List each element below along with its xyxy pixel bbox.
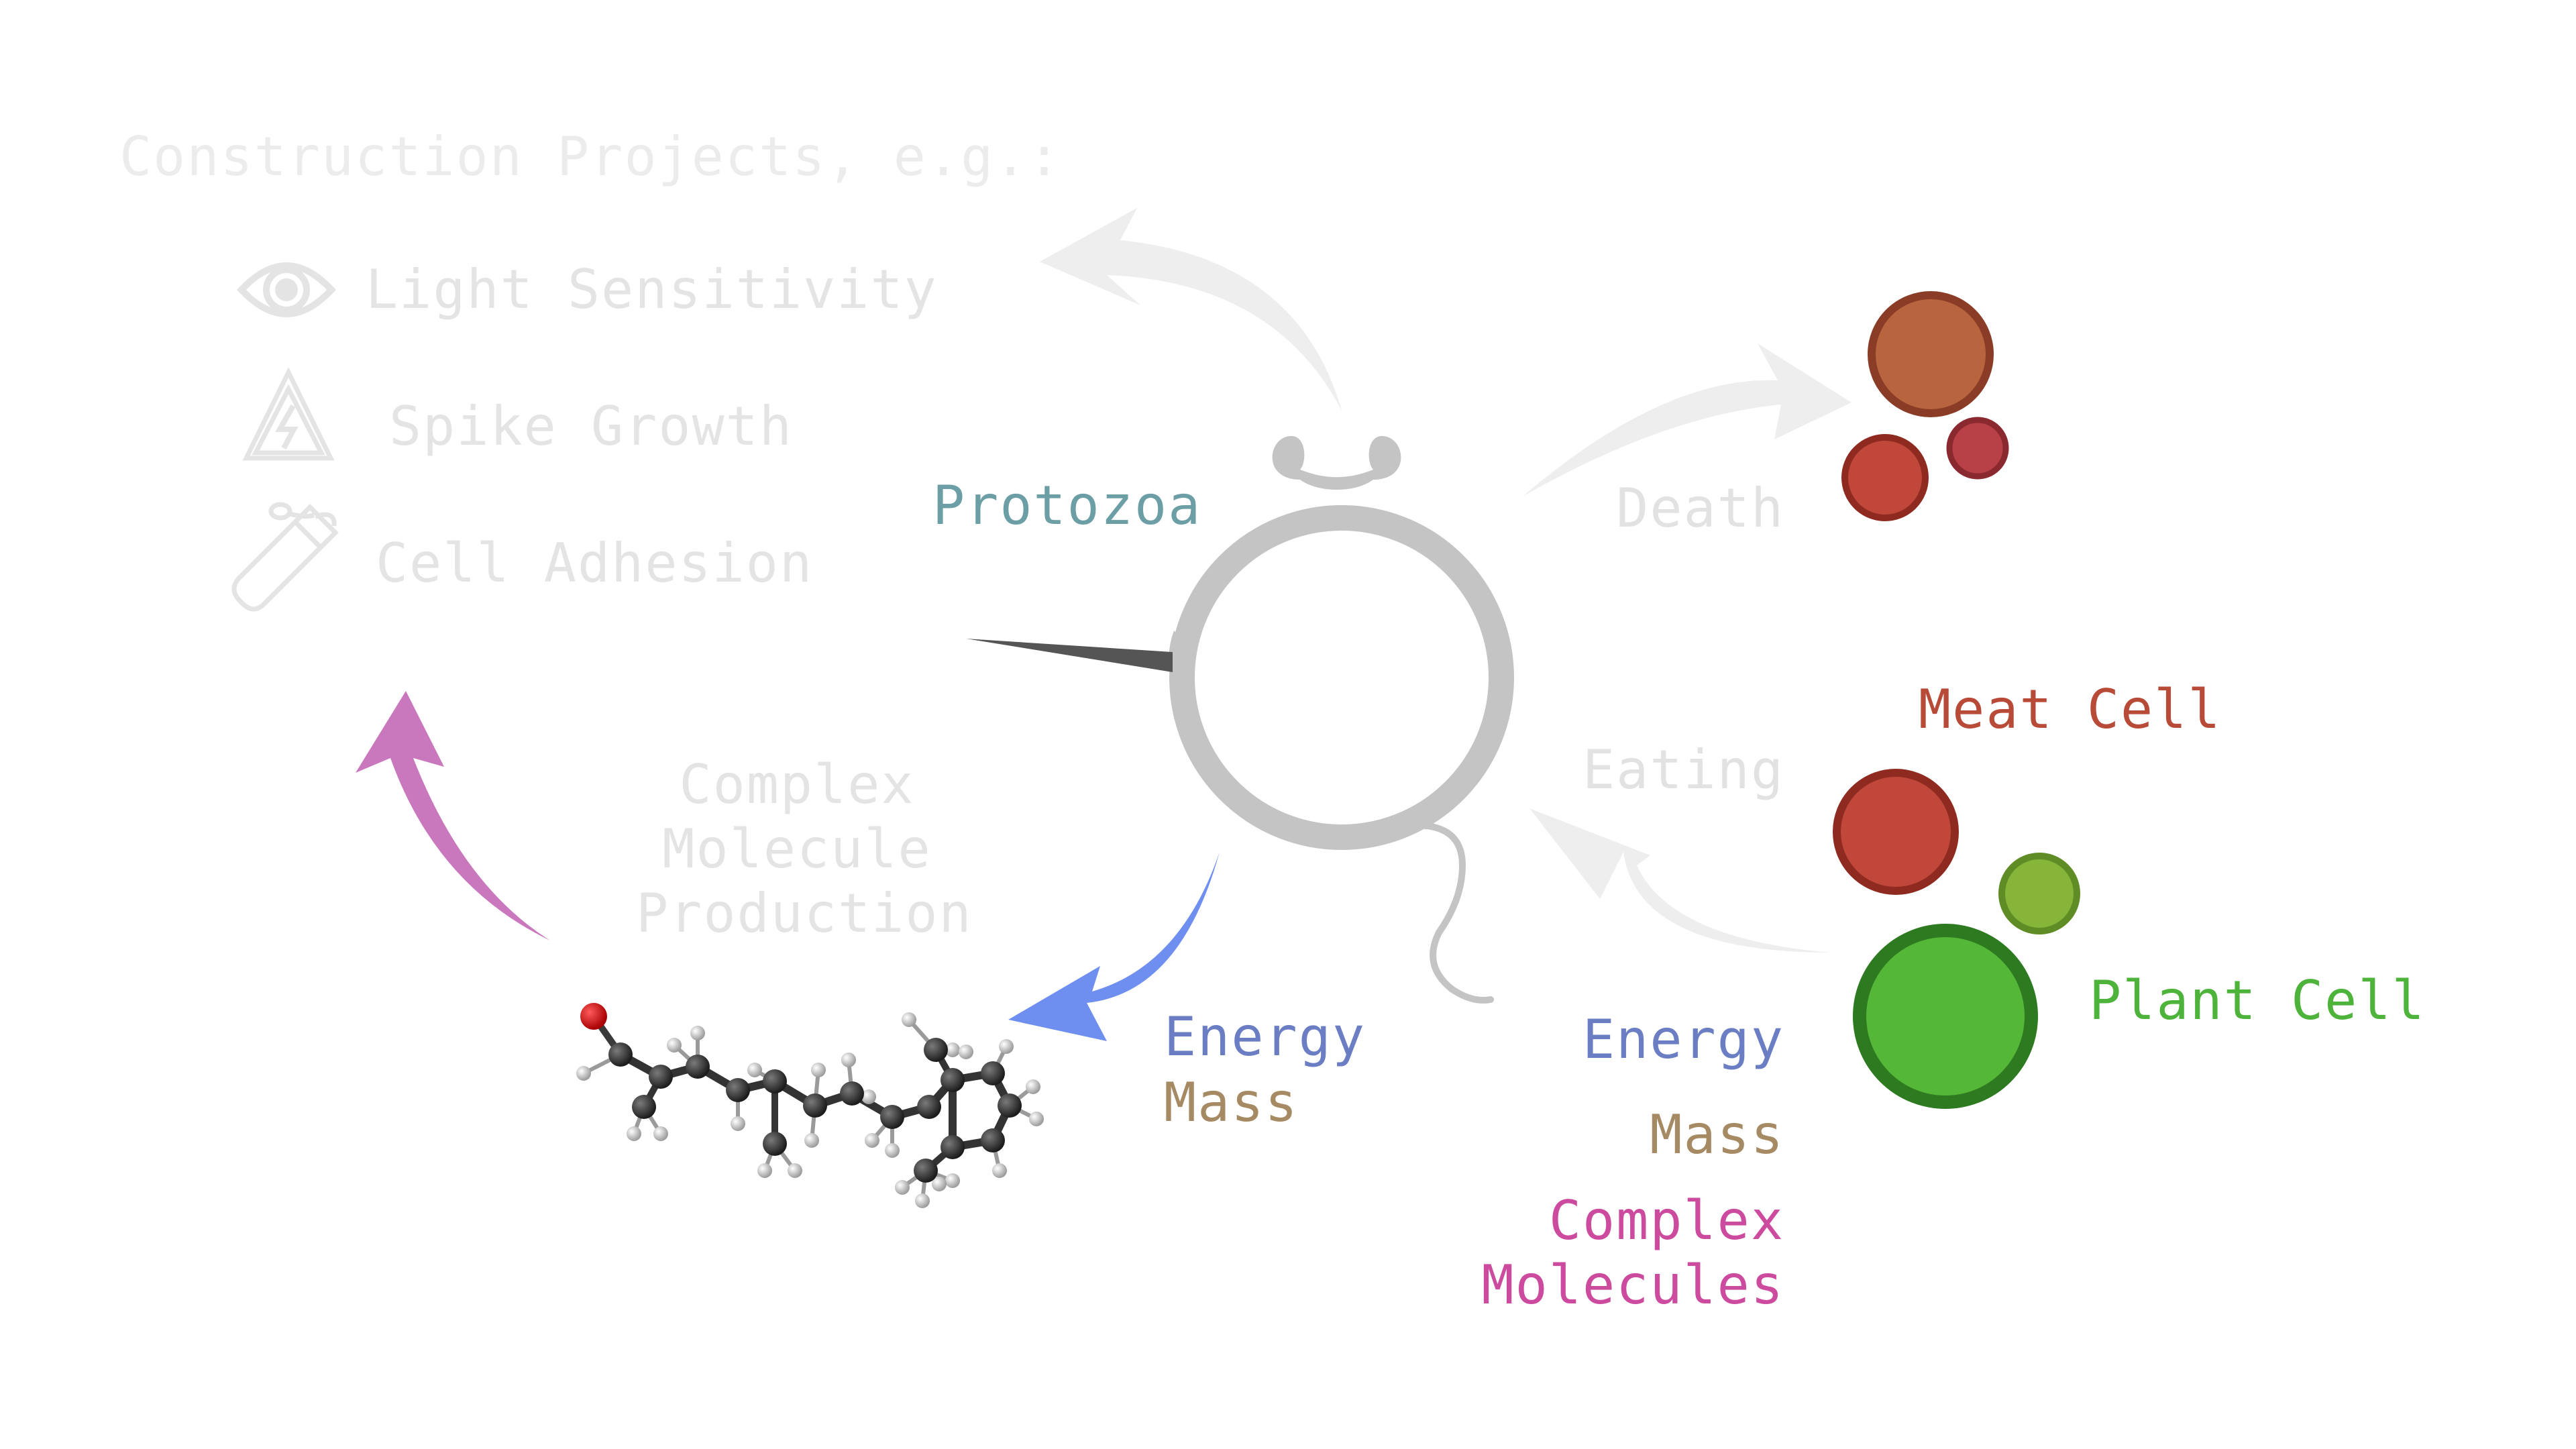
construction-item-light-sensitivity: Light Sensitivity [366,258,938,321]
construction-item-cell-adhesion: Cell Adhesion [376,532,814,594]
meat-cell-label: Meat Cell [1919,678,2222,741]
death-arrow [1523,343,1851,496]
protozoa-label: Protozoa [932,474,1202,537]
production-label-line3: Production [636,882,973,945]
diagram-canvas: Construction Projects, e.g.: Light Sensi… [0,0,2576,1449]
dead-cells [1841,291,2009,521]
retinal-molecule [576,1003,1044,1208]
eating-label: Eating [1582,739,1784,801]
input-complex-label-line1: Complex [1548,1189,1784,1252]
output-energy-label: Energy [1164,1006,1366,1068]
death-label: Death [1616,477,1784,539]
eating-arrow [1529,808,1831,953]
production-label-line2: Molecule [662,818,932,880]
warning-triangle-icon [242,367,335,461]
eye-icon [237,262,336,317]
plant-cell-label: Plant Cell [2089,969,2426,1032]
production-arrow [356,691,550,941]
input-energy-label: Energy [1582,1008,1784,1071]
production-label-line1: Complex [679,753,915,816]
glue-tube-icon [231,502,339,612]
output-mass-label: Mass [1164,1071,1299,1134]
meat-cell [1833,769,1959,895]
input-complex-label-line2: Molecules [1481,1254,1784,1316]
construction-item-spike-growth: Spike Growth [389,395,793,458]
construction-arrow [1040,208,1342,411]
input-mass-label: Mass [1650,1104,1784,1166]
construction-title: Construction Projects, e.g.: [119,125,1062,188]
